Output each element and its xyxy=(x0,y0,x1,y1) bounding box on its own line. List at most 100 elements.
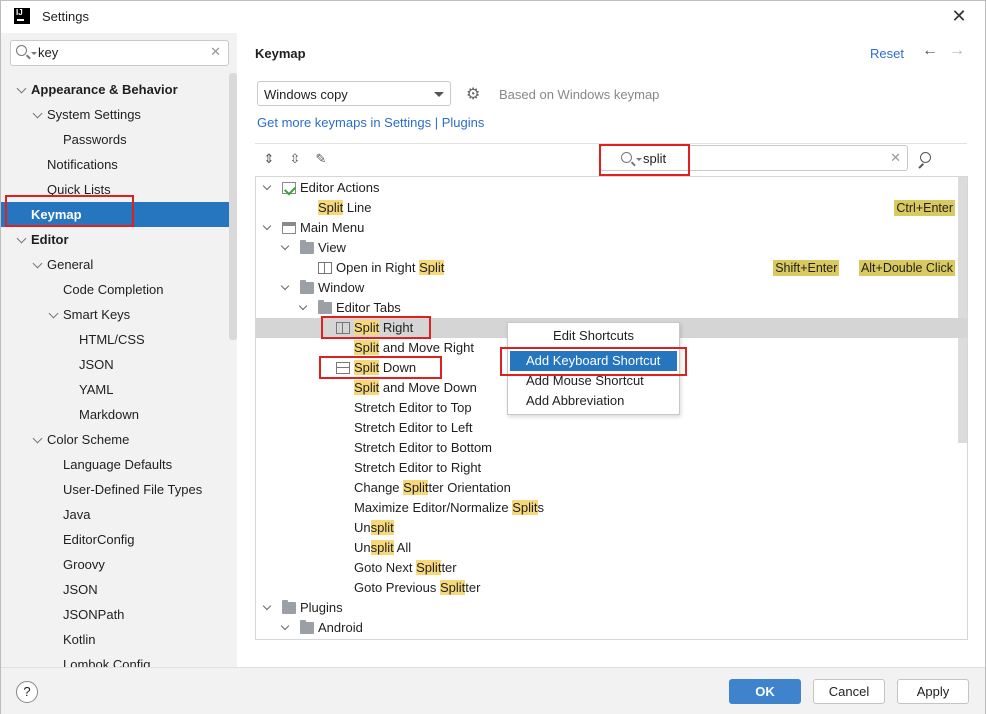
sidebar-item[interactable]: JSON xyxy=(1,577,237,602)
clear-search-icon[interactable]: ✕ xyxy=(210,44,221,60)
search-match-highlight: Split xyxy=(419,260,445,275)
tree-row[interactable]: Goto Previous Splitter xyxy=(256,578,967,598)
find-by-shortcut-icon[interactable] xyxy=(917,151,935,169)
tree-row[interactable]: Stretch Editor to Right xyxy=(256,458,967,478)
tree-row[interactable]: Open in Right Split Alt+Double Click Shift… xyxy=(256,258,967,278)
tree-row-label: Split and Move Down xyxy=(354,378,477,398)
chevron-down-icon[interactable] xyxy=(32,108,43,119)
sidebar-item[interactable]: HTML/CSS xyxy=(1,327,237,352)
tree-row[interactable]: Unsplit All xyxy=(256,538,967,558)
divider xyxy=(255,143,967,144)
ok-button[interactable]: OK xyxy=(729,679,801,704)
add-mouse-shortcut-item[interactable]: Add Mouse Shortcut xyxy=(510,371,677,391)
expand-all-icon[interactable]: ⇕ xyxy=(261,151,277,167)
get-more-keymaps-link[interactable]: Get more keymaps in Settings | Plugins xyxy=(257,115,484,130)
clear-filter-icon[interactable]: ✕ xyxy=(890,150,901,166)
apply-button[interactable]: Apply xyxy=(897,679,969,704)
keymap-scheme-select[interactable]: Windows copy xyxy=(257,81,451,106)
sidebar-item[interactable]: Quick Lists xyxy=(1,177,237,202)
cancel-button[interactable]: Cancel xyxy=(813,679,885,704)
chevron-down-icon[interactable] xyxy=(280,241,290,251)
label-text: Goto Previous xyxy=(354,580,440,595)
sidebar-item[interactable]: Lombok Config xyxy=(1,652,237,667)
tree-row[interactable]: Main Menu xyxy=(256,218,967,238)
tree-row[interactable]: Split Line Ctrl+Enter xyxy=(256,198,967,218)
sidebar-item[interactable]: Java xyxy=(1,502,237,527)
sidebar-item[interactable]: JSONPath xyxy=(1,602,237,627)
sidebar-item[interactable]: Appearance & Behavior xyxy=(1,77,237,102)
search-history-caret-icon[interactable] xyxy=(636,158,642,161)
sidebar-item[interactable]: Language Defaults xyxy=(1,452,237,477)
chevron-down-icon[interactable] xyxy=(32,258,43,269)
tree-row[interactable]: Maximize Editor/Normalize Splits xyxy=(256,498,967,518)
sidebar-item[interactable]: JSON xyxy=(1,352,237,377)
sidebar-item[interactable]: Keymap xyxy=(1,202,237,227)
label-text: ter xyxy=(441,560,457,575)
sidebar-item[interactable]: Smart Keys xyxy=(1,302,237,327)
sidebar-item[interactable]: YAML xyxy=(1,377,237,402)
settings-search-input[interactable]: key ✕ xyxy=(10,40,229,66)
tree-row[interactable]: Editor Tabs xyxy=(256,298,967,318)
chevron-down-icon[interactable] xyxy=(298,301,308,311)
tree-row-label: Split Right xyxy=(354,318,413,338)
sidebar-item[interactable]: Kotlin xyxy=(1,627,237,652)
tree-row[interactable]: Goto Next Splitter xyxy=(256,558,967,578)
label-text: Open in Right xyxy=(336,260,420,275)
chevron-down-icon[interactable] xyxy=(262,181,272,191)
chevron-down-icon[interactable] xyxy=(32,433,43,444)
edit-pencil-icon[interactable]: ✎ xyxy=(313,151,329,167)
reset-link[interactable]: Reset xyxy=(870,46,904,61)
sidebar-item[interactable]: Notifications xyxy=(1,152,237,177)
sidebar-item[interactable]: Groovy xyxy=(1,552,237,577)
tree-row[interactable]: Android xyxy=(256,618,967,638)
chevron-down-icon[interactable] xyxy=(16,83,27,94)
keymap-filter-input[interactable]: split ✕ xyxy=(600,145,908,171)
label-text: Goto Next xyxy=(354,560,417,575)
sidebar-scrollbar[interactable] xyxy=(229,73,237,340)
search-match-highlight: Split xyxy=(403,480,429,495)
search-match-highlight: split xyxy=(370,520,394,535)
tree-row-label: Editor Actions xyxy=(300,178,380,198)
chevron-down-icon[interactable] xyxy=(280,281,290,291)
tree-row[interactable]: Unsplit xyxy=(256,518,967,538)
sidebar-item[interactable]: User-Defined File Types xyxy=(1,477,237,502)
chevron-down-icon[interactable] xyxy=(48,308,59,319)
tree-row[interactable]: View xyxy=(256,238,967,258)
tree-row[interactable]: Stretch Editor to Left xyxy=(256,418,967,438)
back-arrow-icon[interactable]: ← xyxy=(922,42,938,60)
chevron-down-icon[interactable] xyxy=(280,621,290,631)
tree-row[interactable]: Editor Actions xyxy=(256,178,967,198)
tree-row[interactable]: Window xyxy=(256,278,967,298)
gear-icon[interactable]: ⚙ xyxy=(466,84,480,104)
sidebar-item[interactable]: General xyxy=(1,252,237,277)
sidebar-item[interactable]: Code Completion xyxy=(1,277,237,302)
chevron-down-icon[interactable] xyxy=(16,233,27,244)
sidebar-item[interactable]: Passwords xyxy=(1,127,237,152)
tree-row[interactable]: Plugins xyxy=(256,598,967,618)
search-history-caret-icon[interactable] xyxy=(31,52,37,55)
label-text: Editor Tabs xyxy=(336,300,401,315)
close-icon[interactable]: ✕ xyxy=(949,6,969,27)
label-text: ter Orientation xyxy=(428,480,511,495)
sidebar-item-label: EditorConfig xyxy=(63,532,135,547)
forward-arrow-icon[interactable]: → xyxy=(949,42,965,60)
sidebar-item[interactable]: Editor xyxy=(1,227,237,252)
collapse-all-icon[interactable]: ⇳ xyxy=(287,151,303,167)
tree-row[interactable]: Stretch Editor to Bottom xyxy=(256,438,967,458)
sidebar-item[interactable]: Color Scheme xyxy=(1,427,237,452)
add-keyboard-shortcut-item[interactable]: Add Keyboard Shortcut xyxy=(510,351,677,371)
chevron-down-icon[interactable] xyxy=(262,221,272,231)
shortcut-badge: Shift+Enter xyxy=(773,260,840,276)
tree-row-label: Change Splitter Orientation xyxy=(354,478,511,498)
tree-row-label: Android xyxy=(318,618,363,638)
sidebar-item[interactable]: EditorConfig xyxy=(1,527,237,552)
tree-row[interactable]: Change Splitter Orientation xyxy=(256,478,967,498)
sidebar-item[interactable]: System Settings xyxy=(1,102,237,127)
sidebar-item-label: Language Defaults xyxy=(63,457,173,472)
sidebar-item[interactable]: Markdown xyxy=(1,402,237,427)
sidebar-item-label: System Settings xyxy=(47,107,141,122)
chevron-down-icon[interactable] xyxy=(262,601,272,611)
help-icon[interactable]: ? xyxy=(16,681,38,703)
tree-row-label: Unsplit All xyxy=(354,538,411,558)
add-abbreviation-item[interactable]: Add Abbreviation xyxy=(510,391,677,411)
